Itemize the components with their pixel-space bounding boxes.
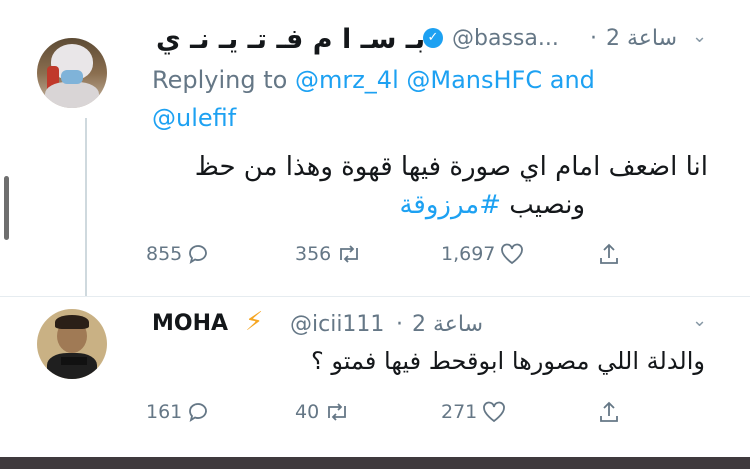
like-button[interactable]: 271: [441, 398, 507, 426]
tweet-text: ونصيب: [509, 190, 585, 220]
separator: ·: [590, 26, 597, 51]
divider: [0, 296, 750, 297]
replying-prefix: Replying to: [152, 66, 288, 94]
retweet-button[interactable]: 356: [295, 240, 363, 268]
mention-link[interactable]: @ulefif: [152, 104, 236, 132]
reply-button[interactable]: 855: [146, 240, 210, 268]
like-button[interactable]: 1,697: [441, 240, 525, 268]
lightning-bolt-icon: ⚡: [245, 307, 264, 337]
tweet-text: والدلة اللي مصورها ابوقحط فيها فمتو ؟: [311, 347, 705, 375]
display-name[interactable]: MOHA: [152, 311, 228, 336]
reply-and: and: [549, 66, 595, 94]
heart-outline-icon: [501, 243, 524, 265]
chevron-down-icon[interactable]: ⌄: [692, 310, 707, 331]
handle[interactable]: @icii111: [290, 312, 384, 337]
share-button[interactable]: [597, 240, 621, 268]
share-upload-icon: [600, 243, 618, 264]
retweet-count: 40: [295, 401, 320, 423]
share-button[interactable]: [597, 398, 621, 426]
retweet-button[interactable]: 40: [295, 398, 351, 426]
replying-to-line: Replying to @mrz_4l @MansHFC and: [152, 66, 595, 94]
tweet-text: انا اضعف امام اي صورة فيها قهوة وهذا من …: [194, 152, 708, 182]
like-count: 1,697: [441, 243, 496, 265]
tweet-thread: بـ سـ ا م فـ تـ يـ نـ ي ✓ @bassa... · 2 …: [0, 0, 750, 469]
mention-link[interactable]: @mrz_4l: [295, 66, 399, 94]
reply-count: 855: [146, 243, 183, 265]
display-name[interactable]: بـ سـ ا م فـ تـ يـ نـ ي: [156, 24, 425, 55]
verified-check-icon: ✓: [423, 28, 443, 48]
timestamp[interactable]: 2 ساعة: [412, 312, 483, 337]
handle[interactable]: @bassa...: [452, 26, 559, 51]
hashtag-link[interactable]: #مرزوقة: [399, 190, 501, 220]
speech-bubble-icon: [189, 403, 208, 422]
chevron-down-icon[interactable]: ⌄: [692, 26, 707, 47]
speech-bubble-icon: [189, 245, 208, 264]
tweet-text-line2: ونصيب #مرزوقة: [399, 190, 585, 220]
mention-link[interactable]: @MansHFC: [406, 66, 542, 94]
retweet-arrows-icon: [328, 403, 347, 421]
share-upload-icon: [600, 401, 618, 422]
reply-count: 161: [146, 401, 183, 423]
bottom-edge: [0, 457, 750, 469]
like-count: 271: [441, 401, 478, 423]
scrollbar[interactable]: [4, 176, 9, 240]
timestamp[interactable]: 2 ساعة: [606, 26, 677, 51]
reply-button[interactable]: 161: [146, 398, 210, 426]
retweet-arrows-icon: [340, 245, 359, 263]
separator: ·: [396, 312, 403, 337]
retweet-count: 356: [295, 243, 332, 265]
avatar[interactable]: [37, 38, 107, 108]
avatar[interactable]: [37, 309, 107, 379]
heart-outline-icon: [483, 401, 506, 423]
thread-connector-line: [85, 118, 87, 296]
